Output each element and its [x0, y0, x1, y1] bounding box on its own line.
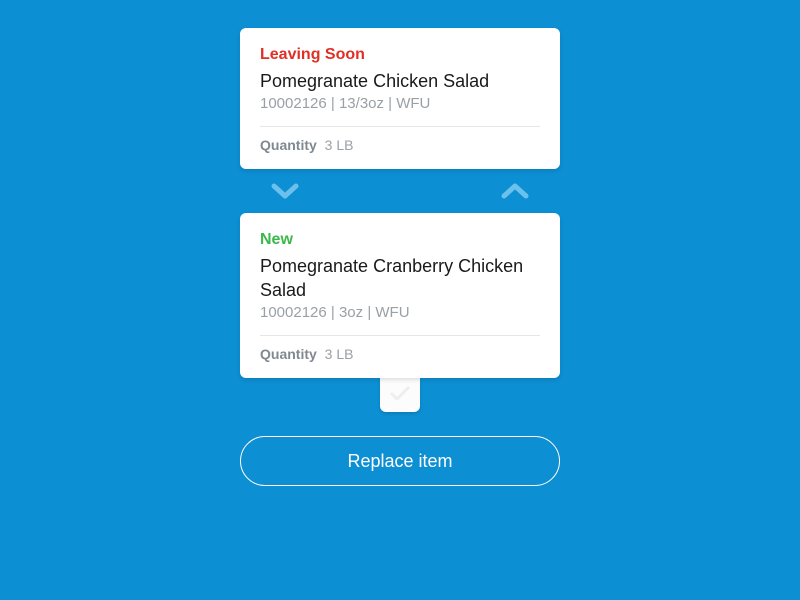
quantity-label: Quantity	[260, 137, 317, 153]
quantity-value: 3 LB	[325, 346, 354, 362]
status-new: New	[260, 231, 540, 249]
swap-arrows	[240, 175, 560, 207]
replace-item-panel: Leaving Soon Pomegranate Chicken Salad 1…	[230, 28, 570, 600]
leaving-quantity-row: Quantity 3 LB	[260, 137, 540, 153]
check-icon	[389, 385, 411, 403]
new-item-meta: 10002126 | 3oz | WFU	[260, 304, 540, 321]
leaving-item-meta: 10002126 | 13/3oz | WFU	[260, 95, 540, 112]
status-leaving-soon: Leaving Soon	[260, 46, 540, 64]
leaving-item-card: Leaving Soon Pomegranate Chicken Salad 1…	[240, 28, 560, 169]
quantity-value: 3 LB	[325, 137, 354, 153]
replace-item-button[interactable]: Replace item	[240, 436, 560, 486]
divider	[260, 126, 540, 127]
leaving-item-title: Pomegranate Chicken Salad	[260, 70, 540, 93]
new-quantity-row: Quantity 3 LB	[260, 346, 540, 362]
quantity-label: Quantity	[260, 346, 317, 362]
new-item-card: New Pomegranate Cranberry Chicken Salad …	[240, 213, 560, 378]
divider	[260, 335, 540, 336]
chevron-up-icon	[500, 181, 530, 201]
new-item-title: Pomegranate Cranberry Chicken Salad	[260, 255, 540, 302]
chevron-down-icon	[270, 181, 300, 201]
confirm-tab[interactable]	[380, 376, 420, 412]
